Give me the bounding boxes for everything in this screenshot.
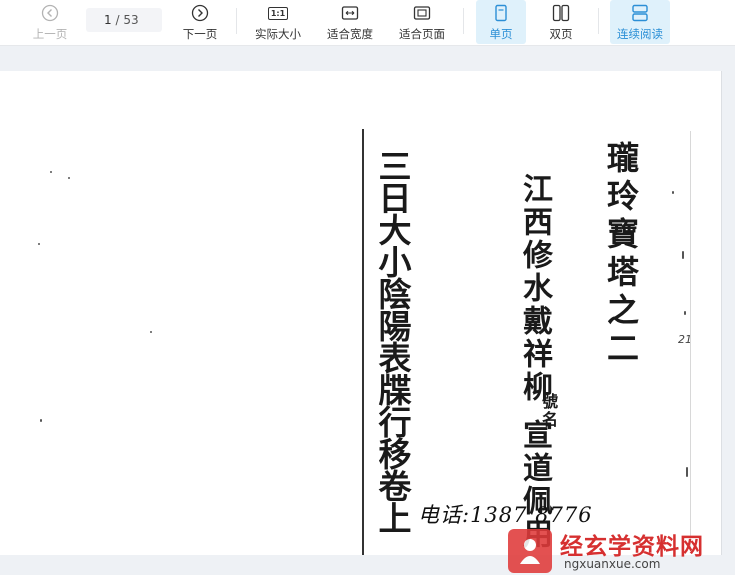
page-edge-line xyxy=(690,131,691,551)
fit-page-button[interactable]: 适合页面 xyxy=(396,0,448,44)
watermark-url: ngxuanxue.com xyxy=(564,557,661,571)
scan-speck xyxy=(40,419,42,422)
site-watermark: 经玄学资料网 ngxuanxue.com xyxy=(508,525,730,575)
scan-speck xyxy=(150,331,152,333)
fit-width-icon xyxy=(340,3,360,23)
toolbar-divider xyxy=(598,8,599,34)
document-page: 瓏玲寶塔之二 江西修水戴祥柳 號名 宣道佩用 21 三日大小陰陽表牒行移卷上 xyxy=(0,71,722,555)
scan-speck xyxy=(684,311,686,315)
watermark-logo-icon xyxy=(508,529,552,573)
page-current: 1 xyxy=(104,13,112,27)
fit-page-icon xyxy=(412,3,432,23)
toolbar-divider xyxy=(463,8,464,34)
double-page-label: 双页 xyxy=(549,27,573,41)
document-viewer[interactable]: 瓏玲寶塔之二 江西修水戴祥柳 號名 宣道佩用 21 三日大小陰陽表牒行移卷上 电… xyxy=(0,47,735,573)
scan-speck xyxy=(672,191,674,194)
author-name: 江西修水戴祥柳 xyxy=(517,173,552,404)
double-page-button[interactable]: 双页 xyxy=(538,0,584,44)
actual-size-button[interactable]: 1:1 实际大小 xyxy=(252,0,304,44)
single-page-button[interactable]: 单页 xyxy=(476,0,526,44)
continuous-reading-label: 连续阅读 xyxy=(617,27,663,41)
chevron-right-circle-icon xyxy=(190,3,210,23)
actual-size-icon: 1:1 xyxy=(267,3,289,23)
chapter-heading: 三日大小陰陽表牒行移卷上 xyxy=(373,149,412,533)
next-page-label: 下一页 xyxy=(182,27,218,41)
prev-page-button[interactable]: 上一页 xyxy=(30,0,70,44)
page-total: / 53 xyxy=(115,13,139,27)
scan-speck xyxy=(68,177,70,179)
scan-speck xyxy=(682,251,684,259)
scan-speck xyxy=(50,171,52,173)
page-spine-line xyxy=(362,129,364,555)
continuous-scroll-icon xyxy=(630,3,650,23)
page-number-input[interactable]: 1 / 53 xyxy=(86,8,162,32)
actual-size-label: 实际大小 xyxy=(255,27,301,41)
fit-page-label: 适合页面 xyxy=(399,27,445,41)
actual-size-icon-text: 1:1 xyxy=(267,6,289,20)
fit-width-label: 适合宽度 xyxy=(327,27,373,41)
single-page-label: 单页 xyxy=(489,27,513,41)
double-page-icon xyxy=(551,3,571,23)
book-title: 瓏玲寶塔之二 xyxy=(602,141,640,369)
watermark-site-name: 经玄学资料网 xyxy=(560,534,704,560)
single-page-icon xyxy=(491,3,511,23)
pdf-toolbar: 上一页 1 / 53 下一页 1:1 实际大小 适合宽度 适合页面 单页 双页 … xyxy=(0,0,735,46)
continuous-reading-button[interactable]: 连续阅读 xyxy=(610,0,670,44)
next-page-button[interactable]: 下一页 xyxy=(178,0,222,44)
scan-speck xyxy=(38,243,40,245)
toolbar-divider xyxy=(236,8,237,34)
chevron-left-circle-icon xyxy=(40,3,60,23)
scan-speck xyxy=(686,467,688,477)
fit-width-button[interactable]: 适合宽度 xyxy=(324,0,376,44)
prev-page-label: 上一页 xyxy=(32,27,68,41)
